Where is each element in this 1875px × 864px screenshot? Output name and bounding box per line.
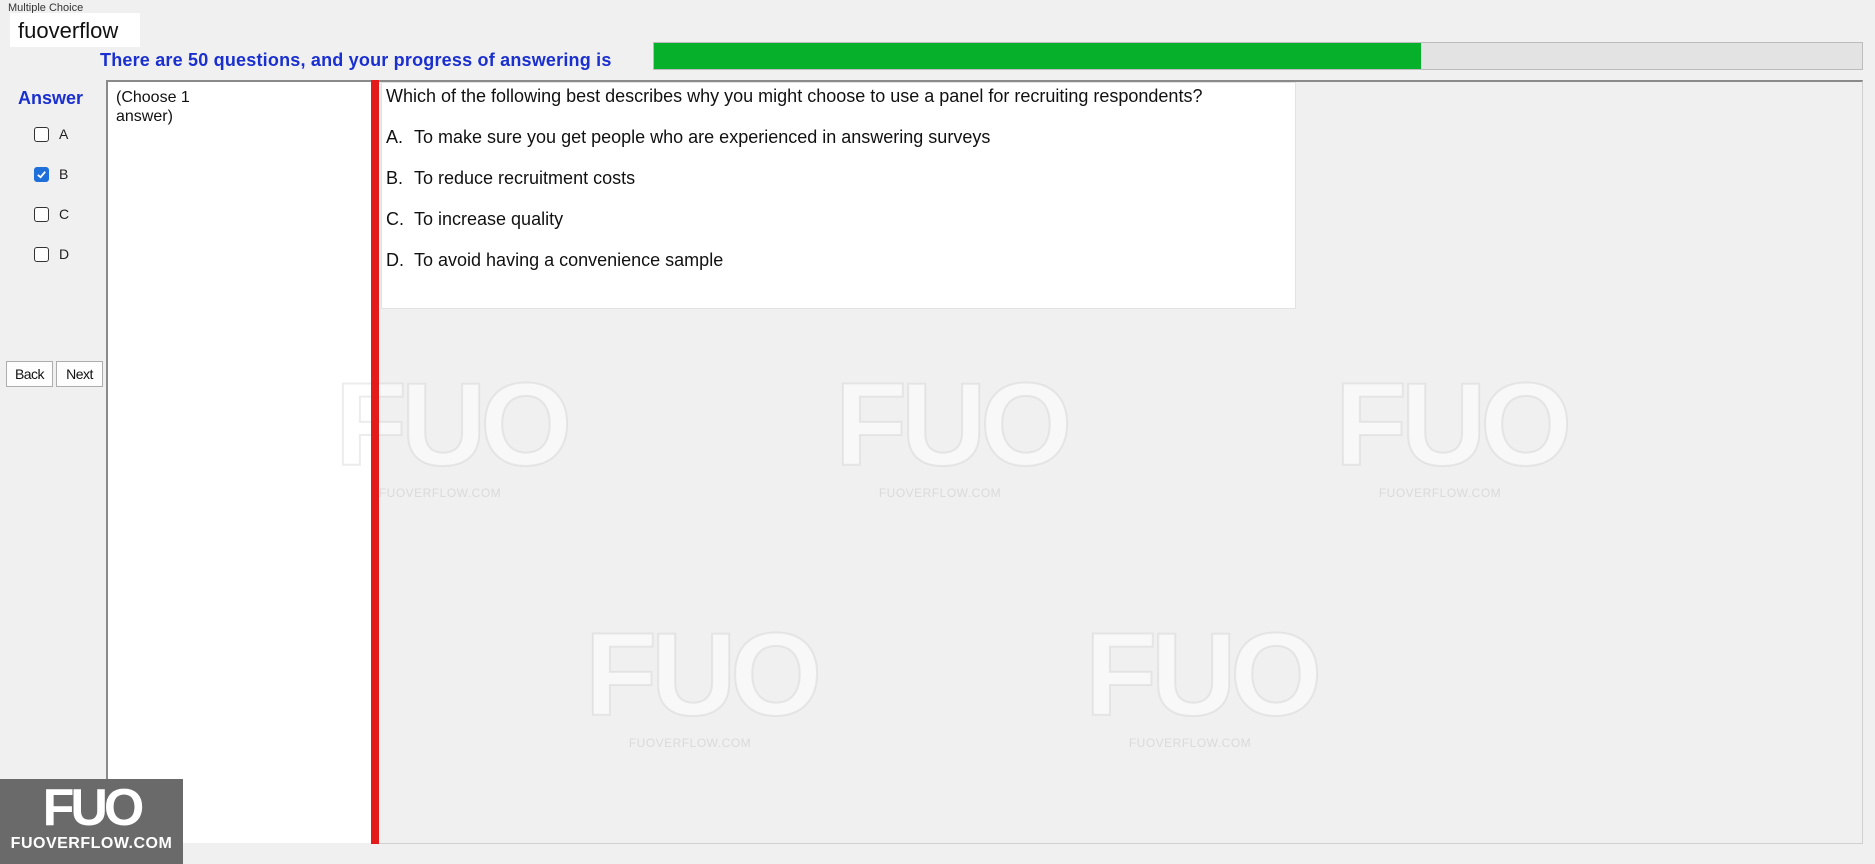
choice-text: To make sure you get people who are expe…	[414, 127, 991, 147]
check-icon	[37, 170, 46, 179]
progress-caption: There are 50 questions, and your progres…	[100, 50, 612, 70]
choice-letter: D.	[386, 250, 404, 270]
choice-letter: C.	[386, 209, 404, 229]
answer-heading: Answer	[18, 88, 84, 108]
choice-text: To avoid having a convenience sample	[414, 250, 724, 270]
left-pane: (Choose 1 answer)	[106, 80, 372, 843]
choice-b: B. To reduce recruitment costs	[386, 168, 635, 189]
choice-letter: A.	[386, 127, 404, 147]
checkbox-d[interactable]	[34, 246, 49, 262]
progress-bar	[653, 42, 1863, 70]
answer-option-b[interactable]: B	[34, 166, 68, 182]
answer-option-a[interactable]: A	[34, 126, 68, 142]
choice-a: A. To make sure you get people who are ex…	[386, 127, 990, 148]
option-label-c: C	[59, 206, 70, 222]
choice-d: D. To avoid having a convenience sample	[386, 250, 723, 271]
option-label-d: D	[59, 246, 70, 262]
corner-logo-site: FUOVERFLOW.COM	[10, 835, 173, 852]
choose-hint: (Choose 1 answer)	[116, 89, 190, 125]
red-divider	[371, 80, 379, 844]
question-card: Which of the following best describes wh…	[381, 82, 1296, 309]
answer-option-d[interactable]: D	[34, 246, 69, 262]
question-text: Which of the following best describes wh…	[386, 86, 1203, 106]
option-label-a: A	[59, 126, 69, 142]
choice-text: To increase quality	[414, 209, 564, 229]
corner-logo: FUO FUOVERFLOW.COM	[0, 779, 183, 864]
corner-logo-mark: FUO	[42, 779, 145, 837]
choice-c: C. To increase quality	[386, 209, 563, 230]
next-button[interactable]: Next	[56, 361, 103, 387]
progress-bar-fill	[654, 43, 1422, 69]
checkbox-a[interactable]	[34, 126, 49, 142]
choice-letter: B.	[386, 168, 404, 188]
answer-option-c[interactable]: C	[34, 206, 69, 222]
checkbox-b[interactable]	[34, 166, 49, 182]
back-button[interactable]: Back	[6, 361, 53, 387]
checkbox-c[interactable]	[34, 206, 49, 222]
logo-label: fuoverflow	[10, 13, 140, 47]
choice-text: To reduce recruitment costs	[414, 168, 636, 188]
option-label-b: B	[59, 166, 69, 182]
